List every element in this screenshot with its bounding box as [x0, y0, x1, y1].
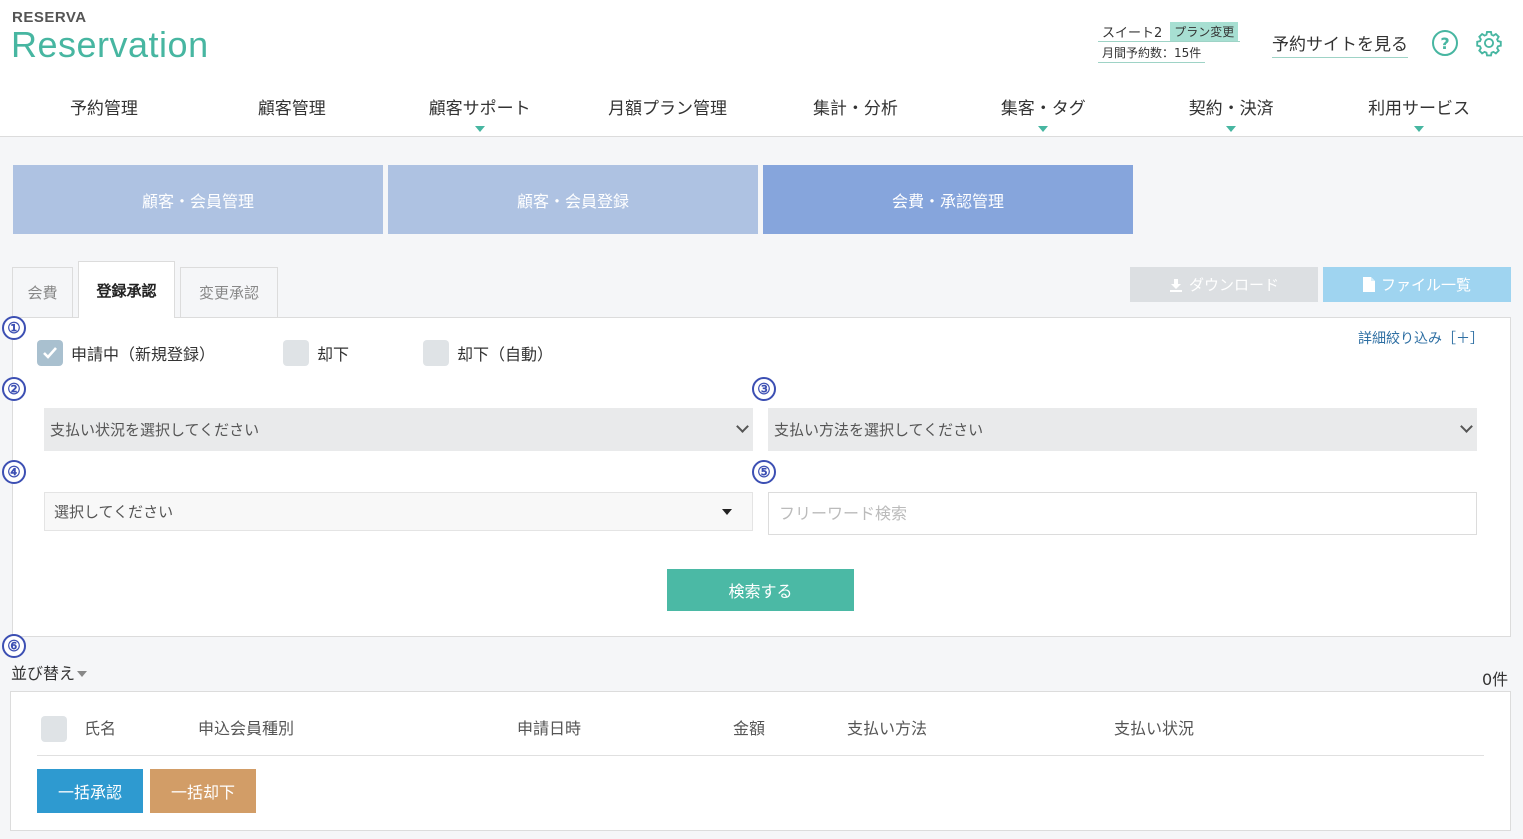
tab-fees-approvals[interactable]: 会費・承認管理 [763, 165, 1133, 234]
tab-customer-registration[interactable]: 顧客・会員登録 [388, 165, 758, 234]
sort-dropdown[interactable]: 並び替え [11, 660, 88, 684]
search-button[interactable]: 検索する [667, 569, 854, 611]
caret-down-icon [1226, 126, 1237, 132]
nav-monthly-plans[interactable]: 月額プラン管理 [574, 94, 762, 126]
detail-filter-link[interactable]: 詳細絞り込み［＋］ [1358, 328, 1484, 348]
column-header-applied-at: 申請日時 [517, 719, 582, 738]
caret-down-icon [77, 671, 88, 677]
nav-label: 集客・タグ [1000, 99, 1086, 119]
view-site-link[interactable]: 予約サイトを見る [1272, 30, 1408, 58]
plan-info: スイート2 プラン変更 月間予約数：15件 [1098, 21, 1241, 63]
logo[interactable]: Reservation [11, 24, 209, 66]
bulk-reject-button[interactable]: 一括却下 [150, 769, 256, 813]
download-button[interactable]: ダウンロード [1130, 267, 1318, 302]
nav-customers[interactable]: 顧客管理 [198, 94, 386, 126]
download-label: ダウンロード [1188, 276, 1279, 294]
check-icon [43, 347, 57, 359]
status-checkboxes: 申請中（新規登録） 却下 却下（自動） [37, 340, 621, 366]
marker-4: ④ [2, 460, 26, 484]
checkbox-label: 却下 [317, 345, 350, 364]
tab-customer-management[interactable]: 顧客・会員管理 [13, 165, 383, 234]
checkbox-unchecked[interactable] [283, 340, 310, 366]
monthly-reservations: 月間予約数：15件 [1098, 42, 1206, 63]
column-header-amount: 金額 [733, 719, 766, 738]
nav-reservations[interactable]: 予約管理 [10, 94, 198, 126]
column-header-member-type: 申込会員種別 [198, 719, 295, 738]
chevron-down-icon [736, 420, 749, 433]
download-icon [1169, 278, 1182, 292]
column-header-payment-status: 支払い状況 [1114, 719, 1195, 738]
marker-3: ③ [752, 377, 776, 401]
caret-down-icon [474, 126, 485, 132]
marker-1: ① [2, 316, 26, 340]
column-header-name: 氏名 [84, 719, 117, 738]
sort-label: 並び替え [11, 664, 76, 683]
select-placeholder: 支払い方法を選択してください [774, 421, 984, 439]
select-placeholder: 支払い状況を選択してください [50, 421, 260, 439]
checkbox-label: 申請中（新規登録） [71, 345, 216, 364]
caret-down-icon [722, 509, 732, 515]
nav-marketing-tags[interactable]: 集客・タグ [949, 94, 1137, 132]
main-nav: 予約管理 顧客管理 顧客サポート 月額プラン管理 集計・分析 集客・タグ 契約・… [10, 94, 1513, 132]
file-icon [1362, 277, 1375, 292]
nav-label: 顧客管理 [257, 99, 326, 119]
tab-change-approval[interactable]: 変更承認 [180, 267, 278, 317]
marker-6: ⑥ [2, 634, 26, 658]
caret-down-icon [1038, 126, 1049, 132]
tab-registration-approval[interactable]: 登録承認 [78, 261, 175, 318]
checkbox-pending-new[interactable]: 申請中（新規登録） [37, 340, 215, 366]
nav-services[interactable]: 利用サービス [1325, 94, 1513, 132]
file-list-label: ファイル一覧 [1380, 276, 1471, 294]
checkbox-rejected-auto[interactable]: 却下（自動） [423, 340, 553, 366]
payment-status-select[interactable]: 支払い状況を選択してください [44, 408, 753, 451]
category-select[interactable]: 選択してください [44, 492, 753, 531]
plan-change-button[interactable]: プラン変更 [1170, 21, 1239, 41]
bulk-approve-button[interactable]: 一括承認 [37, 769, 143, 813]
nav-label: 顧客サポート [428, 99, 531, 119]
checkbox-rejected[interactable]: 却下 [283, 340, 349, 366]
nav-label: 集計・分析 [812, 99, 898, 119]
select-all-checkbox[interactable] [41, 716, 67, 742]
divider [37, 755, 1484, 756]
column-header-payment-method: 支払い方法 [847, 719, 928, 738]
help-icon[interactable]: ? [1432, 30, 1458, 56]
checkbox-label: 却下（自動） [457, 345, 554, 364]
nav-analytics[interactable]: 集計・分析 [762, 94, 950, 126]
nav-contracts-payments[interactable]: 契約・決済 [1137, 94, 1325, 132]
caret-down-icon [1414, 126, 1425, 132]
checkbox-unchecked[interactable] [423, 340, 450, 366]
gear-icon[interactable] [1475, 29, 1503, 57]
plan-name: スイート2 [1102, 25, 1163, 41]
file-list-button[interactable]: ファイル一覧 [1323, 267, 1511, 302]
nav-label: 契約・決済 [1188, 99, 1274, 119]
checkbox-checked[interactable] [37, 340, 63, 366]
tab-fees[interactable]: 会費 [12, 267, 73, 317]
nav-label: 月額プラン管理 [608, 99, 728, 119]
marker-5: ⑤ [752, 460, 776, 484]
nav-customer-support[interactable]: 顧客サポート [386, 94, 574, 132]
marker-2: ② [2, 377, 26, 401]
free-word-search-input[interactable] [768, 492, 1477, 535]
nav-label: 利用サービス [1368, 99, 1471, 119]
nav-label: 予約管理 [69, 99, 138, 119]
payment-method-select[interactable]: 支払い方法を選択してください [768, 408, 1477, 451]
header: RESERVA Reservation スイート2 プラン変更 月間予約数：15… [0, 0, 1523, 137]
chevron-down-icon [1460, 420, 1473, 433]
select-placeholder: 選択してください [54, 503, 174, 521]
result-count: 0件 [1482, 670, 1509, 689]
